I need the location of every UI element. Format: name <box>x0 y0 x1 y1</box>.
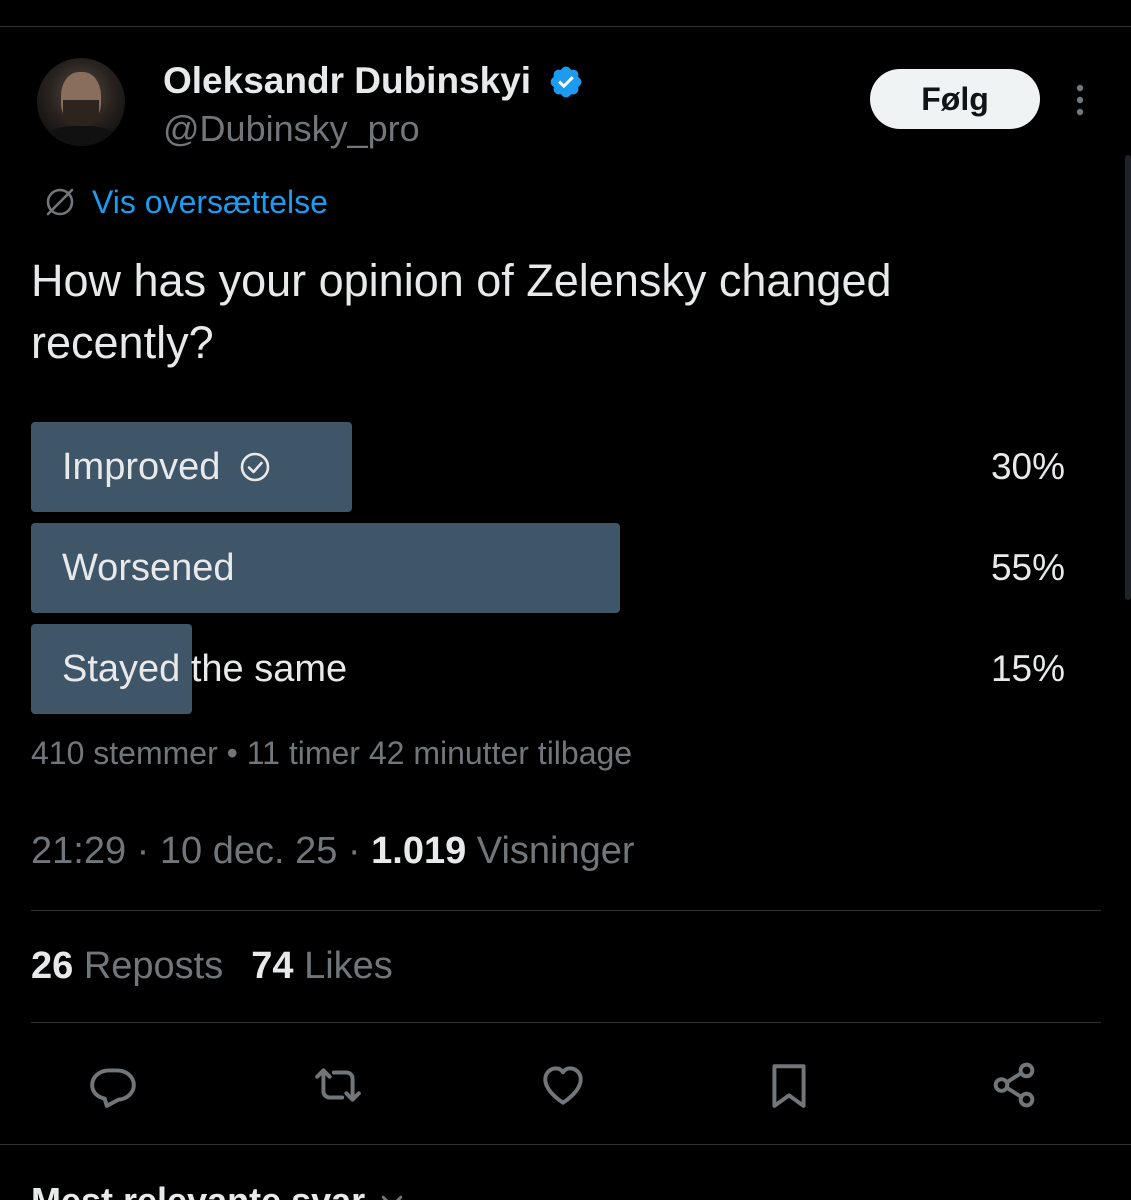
poll-option-stayed-the-same: Stayed the same 15% <box>31 624 1071 714</box>
reposts-stat[interactable]: 26 Reposts <box>31 945 223 988</box>
likes-count: 74 <box>251 945 294 987</box>
likes-stat[interactable]: 74 Likes <box>251 945 393 988</box>
verified-badge-icon <box>550 66 582 98</box>
poll-percent: 30% <box>990 446 1065 487</box>
views-label: Visninger <box>466 830 635 872</box>
reply-sort-label: Mest relevante svar <box>31 1180 365 1200</box>
reply-sort-selector[interactable]: Mest relevante svar <box>31 1180 407 1200</box>
repost-icon[interactable] <box>313 1060 363 1110</box>
poll-percent: 55% <box>990 547 1065 588</box>
post-timestamp[interactable]: 21:29 · 10 dec. 25 · 1.019 Visninger <box>31 830 635 873</box>
divider <box>0 1144 1131 1145</box>
author-display-name[interactable]: Oleksandr Dubinskyi <box>163 60 531 102</box>
show-translation-label: Vis oversættelse <box>92 183 328 220</box>
scrollbar-thumb[interactable] <box>1125 155 1131 600</box>
engagement-stats: 26 Reposts 74 Likes <box>31 945 421 988</box>
likes-label: Likes <box>293 945 393 987</box>
like-icon[interactable] <box>538 1060 588 1110</box>
poll-option-label: Worsened <box>62 546 235 589</box>
poll-option-label: Stayed the same <box>62 647 348 690</box>
post-time: 21:29 <box>31 830 127 872</box>
reply-icon[interactable] <box>88 1060 138 1110</box>
views-count: 1.019 <box>371 830 467 872</box>
share-icon[interactable] <box>989 1060 1039 1110</box>
poll-meta: 410 stemmer • 11 timer 42 minutter tilba… <box>31 735 633 771</box>
divider <box>31 1022 1101 1023</box>
voted-check-icon <box>241 452 270 482</box>
post-date: 10 dec. 25 <box>159 830 338 872</box>
poll-option-label: Improved <box>62 445 221 488</box>
poll-option-worsened: Worsened 55% <box>31 523 1071 613</box>
poll-option-improved: Improved 30% <box>31 422 1071 512</box>
top-divider <box>0 26 1131 27</box>
translate-globe-icon <box>46 188 74 216</box>
post-text: How has your opinion of Zelensky changed… <box>31 255 892 368</box>
chevron-down-icon <box>381 1195 403 1200</box>
bookmark-icon[interactable] <box>764 1060 814 1110</box>
author-handle[interactable]: @Dubinsky_pro <box>163 108 420 150</box>
avatar[interactable] <box>37 58 125 146</box>
post-detail-screen: Oleksandr Dubinskyi @Dubinsky_pro Følg V… <box>0 0 1131 1200</box>
reposts-count: 26 <box>31 945 74 987</box>
follow-button[interactable]: Følg <box>870 69 1040 129</box>
poll-percent: 15% <box>990 648 1065 689</box>
reposts-label: Reposts <box>73 945 224 987</box>
more-options-icon[interactable] <box>1066 80 1094 120</box>
divider <box>31 910 1101 911</box>
show-translation-link[interactable]: Vis oversættelse <box>42 180 328 224</box>
